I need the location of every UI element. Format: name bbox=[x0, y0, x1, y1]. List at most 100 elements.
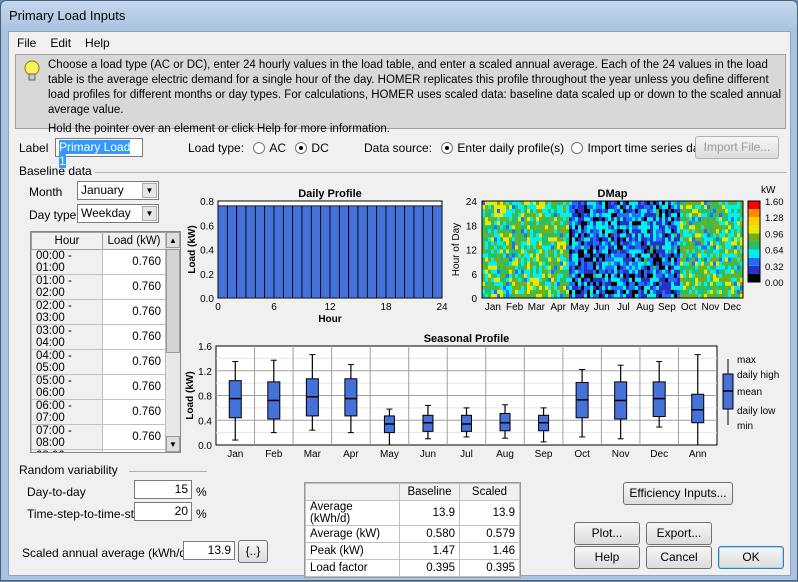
heatmap-cell bbox=[527, 281, 531, 287]
heatmap-cell bbox=[578, 241, 582, 246]
heatmap-cell bbox=[530, 213, 534, 218]
heatmap-cell bbox=[701, 257, 705, 262]
heatmap-cell bbox=[566, 249, 570, 254]
heatmap-cell bbox=[692, 281, 696, 287]
heatmap-cell bbox=[674, 261, 678, 266]
heatmap-cell bbox=[605, 233, 609, 238]
heatmap-cell bbox=[575, 273, 579, 279]
heatmap-cell bbox=[623, 249, 627, 254]
heatmap-cell bbox=[488, 273, 492, 279]
heatmap-cell bbox=[668, 229, 672, 234]
heatmap-cell bbox=[722, 285, 726, 291]
heatmap-cell bbox=[707, 233, 711, 238]
heatmap-cell bbox=[599, 245, 603, 250]
heatmap-cell bbox=[599, 213, 603, 218]
heatmap-cell bbox=[641, 245, 645, 250]
heatmap-cell bbox=[584, 269, 588, 275]
heatmap-cell bbox=[539, 265, 543, 271]
heatmap-cell bbox=[626, 225, 630, 230]
y-tick-label: 1.6 bbox=[198, 342, 212, 353]
heatmap-cell bbox=[623, 269, 627, 275]
heatmap-cell bbox=[701, 261, 705, 266]
heatmap-cell bbox=[527, 237, 531, 242]
heatmap-cell bbox=[587, 233, 591, 238]
heatmap-cell bbox=[578, 229, 582, 234]
heatmap-cell bbox=[623, 277, 627, 283]
heatmap-cell bbox=[629, 213, 633, 218]
heatmap-cell bbox=[581, 209, 585, 214]
heatmap-cell bbox=[587, 253, 591, 258]
heatmap-cell bbox=[722, 253, 726, 258]
heatmap-cell bbox=[677, 201, 681, 206]
heatmap-cell bbox=[728, 213, 732, 218]
heatmap-cell bbox=[521, 233, 525, 238]
heatmap-cell bbox=[653, 249, 657, 254]
heatmap-cell bbox=[614, 229, 618, 234]
heatmap-cell bbox=[683, 221, 687, 226]
heatmap-cell bbox=[647, 285, 651, 291]
heatmap-cell bbox=[677, 233, 681, 238]
heatmap-cell bbox=[518, 233, 522, 238]
heatmap-cell bbox=[602, 281, 606, 287]
heatmap-cell bbox=[710, 257, 714, 262]
heatmap-cell bbox=[716, 245, 720, 250]
heatmap-cell bbox=[503, 273, 507, 279]
heatmap-cell bbox=[524, 241, 528, 246]
heatmap-cell bbox=[632, 217, 636, 222]
heatmap-cell bbox=[674, 237, 678, 242]
heatmap-cell bbox=[491, 209, 495, 214]
heatmap-cell bbox=[665, 201, 669, 206]
heatmap-cell bbox=[707, 225, 711, 230]
heatmap-cell bbox=[566, 257, 570, 262]
heatmap-cell bbox=[599, 221, 603, 226]
heatmap-cell bbox=[725, 249, 729, 254]
heatmap-cell bbox=[662, 229, 666, 234]
heatmap-cell bbox=[617, 245, 621, 250]
heatmap-cell bbox=[617, 225, 621, 230]
heatmap-cell bbox=[563, 257, 567, 262]
x-tick-label: Jul bbox=[617, 302, 630, 313]
heatmap-cell bbox=[659, 213, 663, 218]
heatmap-cell bbox=[509, 213, 513, 218]
heatmap-cell bbox=[701, 285, 705, 291]
heatmap-cell bbox=[734, 253, 738, 258]
heatmap-cell bbox=[587, 241, 591, 246]
heatmap-cell bbox=[629, 217, 633, 222]
heatmap-cell bbox=[716, 241, 720, 246]
heatmap-cell bbox=[599, 253, 603, 258]
heatmap-cell bbox=[644, 257, 648, 262]
heatmap-cell bbox=[683, 237, 687, 242]
heatmap-cell bbox=[587, 221, 591, 226]
heatmap-cell bbox=[647, 213, 651, 218]
heatmap-cell bbox=[554, 213, 558, 218]
heatmap-cell bbox=[656, 273, 660, 279]
heatmap-cell bbox=[497, 269, 501, 275]
x-tick-label: Feb bbox=[506, 302, 524, 313]
heatmap-cell bbox=[542, 269, 546, 275]
heatmap-cell bbox=[629, 209, 633, 214]
heatmap-cell bbox=[677, 289, 681, 295]
heatmap-cell bbox=[506, 237, 510, 242]
heatmap-cell bbox=[644, 201, 648, 206]
heatmap-cell bbox=[650, 221, 654, 226]
heatmap-cell bbox=[560, 205, 564, 210]
heatmap-cell bbox=[599, 269, 603, 275]
heatmap-cell bbox=[551, 225, 555, 230]
y-tick-label: 0.0 bbox=[198, 441, 212, 452]
heatmap-cell bbox=[488, 261, 492, 266]
heatmap-cell bbox=[539, 273, 543, 279]
heatmap-cell bbox=[527, 289, 531, 295]
daily-profile-chart: Daily ProfileHourLoad (kW)0.00.20.40.60.… bbox=[187, 188, 448, 325]
heatmap-cell bbox=[587, 265, 591, 271]
heatmap-cell bbox=[608, 201, 612, 206]
heatmap-cell bbox=[647, 249, 651, 254]
heatmap-cell bbox=[584, 201, 588, 206]
heatmap-cell bbox=[719, 261, 723, 266]
heatmap-cell bbox=[710, 277, 714, 283]
heatmap-cell bbox=[506, 249, 510, 254]
heatmap-cell bbox=[494, 221, 498, 226]
heatmap-cell bbox=[707, 289, 711, 295]
heatmap-cell bbox=[593, 253, 597, 258]
heatmap-cell bbox=[599, 217, 603, 222]
heatmap-cell bbox=[731, 229, 735, 234]
